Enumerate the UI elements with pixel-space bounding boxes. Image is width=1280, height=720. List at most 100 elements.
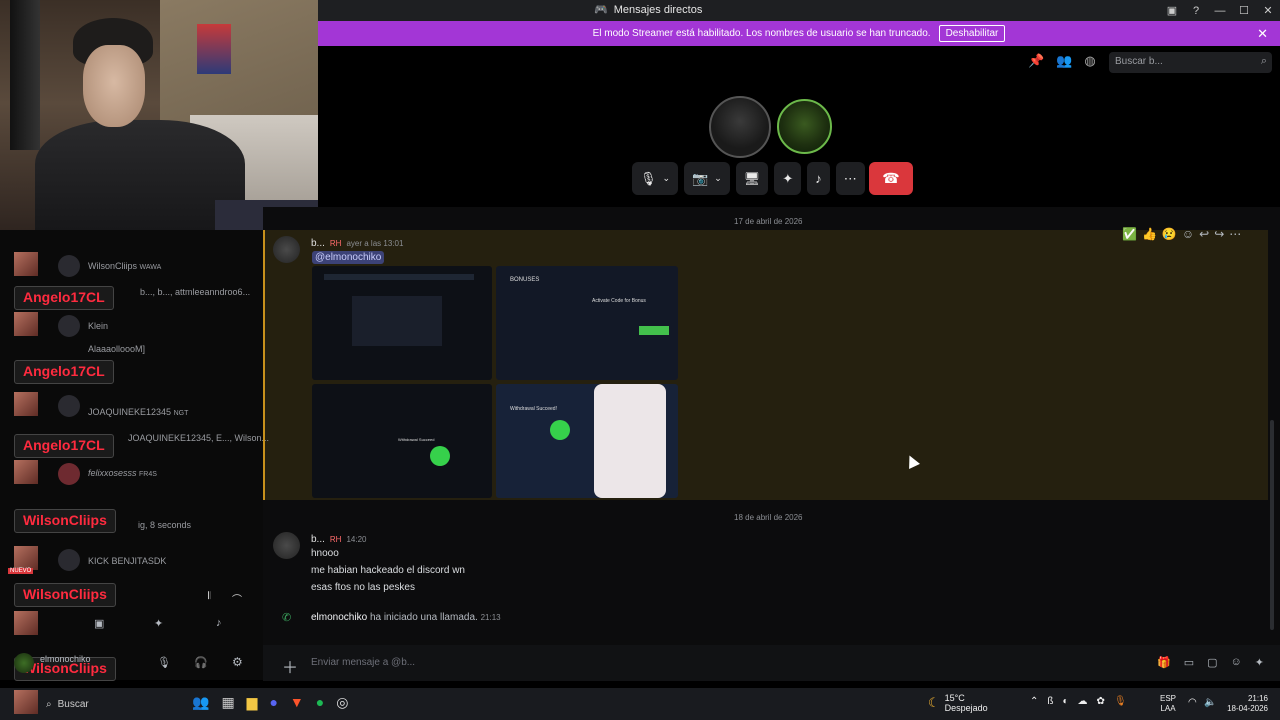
overlay-badge: FR4S bbox=[139, 471, 157, 478]
tray-app-icon[interactable]: ◐ bbox=[1063, 696, 1069, 707]
emoji-icon[interactable]: ☺ bbox=[1231, 656, 1242, 669]
overlay-name-badge: Angelo17CL bbox=[14, 360, 114, 384]
voice-bars-icon[interactable]: 𝄃 bbox=[208, 591, 210, 602]
file-explorer-icon[interactable]: ▆ bbox=[247, 694, 258, 711]
activities-button[interactable]: ✦ bbox=[774, 162, 802, 195]
screen-share-button[interactable]: 🖥 bbox=[735, 162, 769, 195]
microphone-button[interactable]: 🎙 ⌄ bbox=[632, 162, 679, 195]
message-avatar[interactable] bbox=[273, 236, 300, 263]
clock[interactable]: 21:16 18-04-2026 bbox=[1222, 694, 1268, 714]
weather-widget[interactable]: ☾ 15°C Despejado bbox=[928, 693, 988, 713]
overlay-text: WilsonCliips WAWA bbox=[88, 261, 161, 271]
gif-icon[interactable]: ▭ bbox=[1184, 656, 1194, 669]
profile-icon[interactable]: ◍ bbox=[1084, 53, 1095, 69]
attach-plus-icon[interactable]: ＋ bbox=[282, 654, 298, 678]
weather-temp: 15°C bbox=[944, 693, 965, 703]
maximize-button[interactable]: ☐ bbox=[1232, 0, 1256, 21]
message-text: me habian hackeado el discord wn bbox=[311, 565, 465, 576]
chevron-up-icon[interactable]: ⌃ bbox=[1030, 696, 1038, 707]
reply-icon[interactable]: ↩ bbox=[1199, 227, 1209, 241]
attached-image[interactable]: BONUSES Activate Code for Bonus bbox=[496, 266, 678, 380]
activities-icon[interactable]: ✦ bbox=[154, 617, 163, 630]
screen-share-icon[interactable]: ▣ bbox=[1160, 0, 1184, 21]
more-icon[interactable]: ⋯ bbox=[1229, 227, 1241, 241]
user-avatar[interactable] bbox=[14, 653, 34, 673]
close-button[interactable]: ✕ bbox=[1256, 0, 1280, 21]
message-input[interactable]: Enviar mensaje a @b... bbox=[311, 657, 415, 668]
image-title: BONUSES bbox=[510, 277, 540, 283]
forward-icon[interactable]: ↪ bbox=[1214, 227, 1224, 241]
obs-icon[interactable]: ◎ bbox=[336, 694, 348, 711]
overlay-text: KICK BENJITASDK bbox=[88, 556, 167, 566]
phone-icon[interactable]: ✆ bbox=[282, 611, 291, 624]
system-user[interactable]: elmonochiko bbox=[311, 612, 367, 623]
start-avatar bbox=[14, 690, 38, 714]
overlay-text: felixxosesss FR4S bbox=[88, 468, 157, 478]
call-controls: 🎙 ⌄ 📷 ⌄ 🖥 ✦ ♪ ⋯ bbox=[632, 162, 865, 195]
thumbs-up-reaction[interactable]: 👍 bbox=[1142, 227, 1157, 241]
settings-gear-icon[interactable]: ⚙ bbox=[232, 655, 243, 669]
crying-reaction[interactable]: 😢 bbox=[1162, 227, 1177, 241]
discord-icon[interactable]: ● bbox=[269, 694, 277, 711]
language-indicator[interactable]: ESP LAA bbox=[1160, 694, 1176, 714]
disconnect-button[interactable]: ☎ bbox=[869, 162, 913, 195]
search-input[interactable]: Buscar b... ⌕ bbox=[1109, 52, 1272, 73]
brave-icon[interactable]: ▼ bbox=[290, 694, 304, 711]
sticker-icon[interactable]: ▢ bbox=[1207, 656, 1217, 669]
mic-icon[interactable]: 🎙 bbox=[157, 656, 171, 669]
pin-icon[interactable]: 📌 bbox=[1028, 53, 1044, 69]
overlay-text: JOAQUINEKE12345 NGT bbox=[88, 407, 188, 417]
task-view-icon[interactable]: ▦ bbox=[221, 694, 234, 711]
overlay-name-badge: WilsonCliips bbox=[14, 583, 116, 607]
wifi-icon[interactable]: ◠ bbox=[1188, 697, 1197, 708]
image-text-block bbox=[352, 296, 442, 346]
message-author[interactable]: b... bbox=[311, 534, 325, 545]
overlay-name-badge: Angelo17CL bbox=[14, 434, 114, 458]
add-friends-icon[interactable]: 👥 bbox=[1056, 53, 1072, 69]
message-avatar[interactable] bbox=[273, 532, 300, 559]
message-text: hnooo bbox=[311, 548, 339, 559]
attached-image[interactable] bbox=[312, 266, 492, 380]
user-name: elmonochiko bbox=[40, 654, 91, 664]
message-timestamp: ayer a las 13:01 bbox=[346, 239, 404, 248]
system-text: ha iniciado una llamada. bbox=[369, 612, 478, 623]
attached-image[interactable]: Withdrawal Succeed! bbox=[496, 384, 678, 498]
soundboard-button[interactable]: ♪ bbox=[807, 162, 830, 195]
webcam-face bbox=[83, 45, 145, 127]
add-reaction-icon[interactable]: ☺ bbox=[1182, 227, 1194, 241]
spotify-icon[interactable]: ● bbox=[316, 694, 324, 711]
minimize-button[interactable]: — bbox=[1208, 0, 1232, 21]
gift-icon[interactable]: 🎁 bbox=[1157, 656, 1171, 669]
more-icon: ⋯ bbox=[843, 170, 857, 186]
check-reaction[interactable]: ✅ bbox=[1122, 227, 1137, 241]
taskbar-search[interactable]: ⌕ Buscar bbox=[40, 692, 188, 716]
chat-scrollbar[interactable] bbox=[1270, 420, 1274, 630]
soundboard-icon: ♪ bbox=[815, 171, 822, 186]
teams-icon[interactable]: 👥 bbox=[192, 694, 209, 711]
cloud-icon[interactable]: ☁ bbox=[1078, 696, 1088, 707]
clock-date: 18-04-2026 bbox=[1227, 704, 1268, 713]
soundboard-icon[interactable]: ♪ bbox=[216, 617, 222, 629]
help-icon[interactable]: ? bbox=[1184, 0, 1208, 21]
message-header: b... RH 14:20 bbox=[311, 534, 367, 545]
message-author[interactable]: b... bbox=[311, 238, 325, 249]
activities-icon: ✦ bbox=[782, 170, 794, 186]
camera-button[interactable]: 📷 ⌄ bbox=[684, 162, 730, 195]
user-mention[interactable]: @elmonochiko bbox=[312, 251, 385, 264]
tray-app-icon[interactable]: ß bbox=[1047, 696, 1053, 707]
disable-streamer-button[interactable]: Deshabilitar bbox=[938, 25, 1006, 42]
call-participant-avatar[interactable] bbox=[709, 96, 771, 158]
volume-icon[interactable]: 🔈 bbox=[1204, 697, 1216, 708]
more-button[interactable]: ⋯ bbox=[835, 162, 865, 195]
close-banner-icon[interactable]: ✕ bbox=[1257, 26, 1268, 42]
apps-icon[interactable]: ✦ bbox=[1255, 656, 1264, 669]
webcam-microphone bbox=[10, 0, 40, 150]
tray-app-icon[interactable]: ✿ bbox=[1097, 696, 1105, 707]
call-participant-avatar-speaking[interactable] bbox=[777, 99, 832, 154]
microphone-icon[interactable]: 🎙 bbox=[1114, 696, 1127, 707]
camera-icon[interactable]: ▣ bbox=[94, 617, 104, 630]
disconnect-icon[interactable]: ⌒ bbox=[232, 591, 242, 606]
attached-image[interactable]: Withdrawal Succeed bbox=[312, 384, 492, 498]
headset-icon[interactable]: 🎧 bbox=[194, 656, 208, 669]
composer-icons: 🎁 ▭ ▢ ☺ ✦ bbox=[1157, 656, 1264, 669]
